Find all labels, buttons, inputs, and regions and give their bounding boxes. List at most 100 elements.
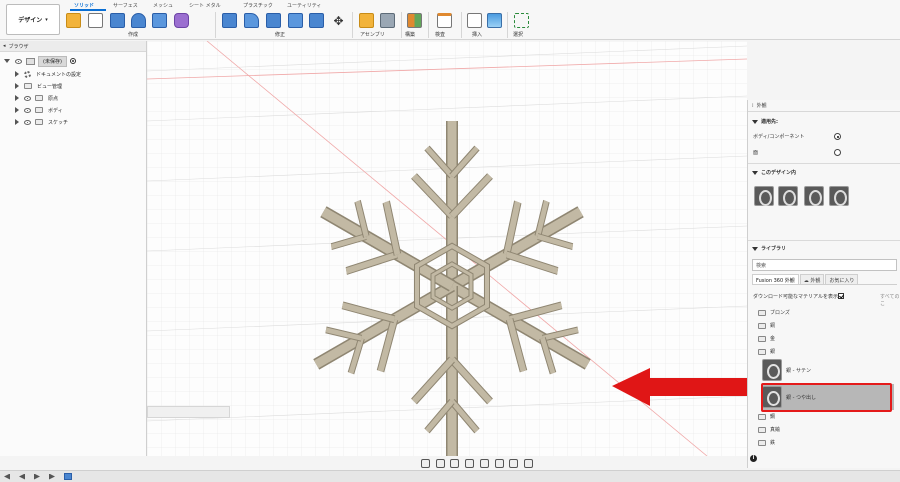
design-appearance-swatch[interactable]	[778, 186, 798, 206]
create-sketch-icon[interactable]	[88, 13, 103, 28]
downloadable-checkbox[interactable]	[838, 293, 844, 299]
cloud-icon: ☁	[803, 278, 809, 284]
move-icon[interactable]: ✥	[331, 13, 346, 28]
collapse-triangle-icon[interactable]	[752, 170, 758, 175]
tree-item-sketches[interactable]: スケッチ	[0, 116, 147, 128]
library-search-input[interactable]: 検索	[752, 259, 897, 271]
chamfer-icon[interactable]	[266, 13, 281, 28]
expand-icon[interactable]	[15, 83, 19, 89]
library-folder[interactable]: 銅	[758, 322, 775, 329]
folder-icon	[758, 335, 766, 342]
group-assemble[interactable]: アセンブリ	[360, 31, 385, 38]
group-modify[interactable]: 修正	[275, 31, 285, 38]
tab-mesh[interactable]: メッシュ	[153, 2, 173, 9]
form-icon[interactable]	[174, 13, 189, 28]
navigation-bar	[418, 456, 536, 470]
fit-icon[interactable]	[479, 458, 489, 468]
design-appearance-swatch[interactable]	[804, 186, 824, 206]
fillet-icon[interactable]	[244, 13, 259, 28]
timeline-feature-icon[interactable]	[64, 473, 72, 480]
collapse-triangle-icon[interactable]	[752, 119, 758, 124]
tab-fusion-appearances[interactable]: Fusion 360 外観	[752, 274, 799, 284]
tree-root[interactable]: (未保存)	[0, 55, 147, 67]
activate-radio-icon[interactable]	[69, 58, 76, 64]
library-folder-silver[interactable]: 銀	[758, 348, 775, 355]
visibility-icon[interactable]	[24, 119, 31, 125]
visibility-icon[interactable]	[24, 95, 31, 101]
offset-plane-icon[interactable]	[407, 13, 422, 28]
joint-icon[interactable]	[380, 13, 395, 28]
group-select[interactable]: 選択	[513, 31, 523, 38]
tab-plastic[interactable]: プラスチック	[243, 2, 273, 9]
hole-icon[interactable]	[152, 13, 167, 28]
group-create[interactable]: 作成	[128, 31, 138, 38]
select-icon[interactable]	[514, 13, 529, 28]
look-at-icon[interactable]	[435, 458, 445, 468]
orbit-icon[interactable]	[420, 458, 430, 468]
revolve-icon[interactable]	[131, 13, 146, 28]
display-settings-icon[interactable]	[494, 458, 504, 468]
pan-icon[interactable]	[450, 458, 460, 468]
tree-item-origin[interactable]: 原点	[0, 92, 147, 104]
collapse-triangle-icon[interactable]	[752, 246, 758, 251]
apply-to-heading[interactable]: 適用先:	[752, 118, 778, 125]
press-pull-icon[interactable]	[222, 13, 237, 28]
folder-icon	[35, 107, 43, 113]
section-label: ライブラリ	[761, 246, 787, 252]
shell-icon[interactable]	[288, 13, 303, 28]
workspace-switcher[interactable]: デザイン ▾	[6, 4, 60, 35]
library-heading[interactable]: ライブラリ	[752, 245, 786, 252]
tree-item-bodies[interactable]: ボディ	[0, 104, 147, 116]
expand-icon[interactable]	[15, 71, 19, 77]
insert-image-icon[interactable]	[487, 13, 502, 28]
visibility-icon[interactable]	[15, 58, 22, 64]
panel-grip-icon[interactable]: ⁞	[752, 103, 754, 109]
tab-surface[interactable]: サーフェス	[113, 2, 138, 9]
measure-icon[interactable]	[437, 13, 452, 28]
expand-icon[interactable]	[15, 119, 19, 125]
tree-item-document-settings[interactable]: ドキュメントの設定	[0, 68, 147, 80]
tab-solid[interactable]: ソリッド	[74, 2, 94, 9]
browser-header[interactable]: ◂ ブラウザ	[0, 41, 146, 52]
library-folder[interactable]: 鋼	[758, 413, 775, 420]
expand-icon[interactable]	[15, 95, 19, 101]
library-folder[interactable]: 鉄	[758, 439, 775, 446]
tab-favorites[interactable]: お気に入り	[825, 274, 859, 284]
viewports-icon[interactable]	[524, 458, 534, 468]
group-insert[interactable]: 挿入	[472, 31, 482, 38]
apply-option-body-radio[interactable]	[834, 133, 841, 140]
design-appearance-swatch[interactable]	[754, 186, 774, 206]
expand-icon[interactable]	[15, 107, 19, 113]
zoom-icon[interactable]	[465, 458, 475, 468]
extrude-icon[interactable]	[110, 13, 125, 28]
in-design-heading[interactable]: このデザイン内	[752, 169, 796, 176]
timeline-play-icon[interactable]	[34, 473, 40, 480]
new-component-icon[interactable]	[66, 13, 81, 28]
tab-sheet-metal[interactable]: シート メタル	[189, 2, 221, 9]
material-item[interactable]: 銀 - サテン	[762, 357, 894, 383]
apply-option-face-radio[interactable]	[834, 149, 841, 156]
tab-appearances[interactable]: ☁ 外観	[799, 274, 825, 284]
folder-label: 金	[770, 336, 776, 342]
library-folder[interactable]: 金	[758, 335, 775, 342]
library-folder[interactable]: ブロンズ	[758, 309, 790, 316]
group-construct[interactable]: 構築	[405, 31, 415, 38]
collapse-icon[interactable]: ◂	[3, 43, 6, 49]
design-appearance-swatch[interactable]	[829, 186, 849, 206]
timeline-start-icon[interactable]	[4, 473, 10, 480]
group-inspect[interactable]: 検査	[435, 31, 445, 38]
folder-icon	[758, 426, 766, 433]
timeline-back-icon[interactable]	[19, 473, 25, 480]
timeline-end-icon[interactable]	[49, 473, 55, 480]
new-component-assembly-icon[interactable]	[359, 13, 374, 28]
combine-icon[interactable]	[309, 13, 324, 28]
grid-settings-icon[interactable]	[509, 458, 519, 468]
info-icon[interactable]: i	[750, 455, 757, 462]
tab-utility[interactable]: ユーティリティ	[287, 2, 321, 9]
library-folder[interactable]: 真鍮	[758, 426, 780, 433]
insert-derive-icon[interactable]	[467, 13, 482, 28]
tree-item-named-views[interactable]: ビュー管理	[0, 80, 147, 92]
expand-icon[interactable]	[4, 59, 10, 63]
root-label: (未保存)	[38, 55, 67, 67]
visibility-icon[interactable]	[24, 107, 31, 113]
